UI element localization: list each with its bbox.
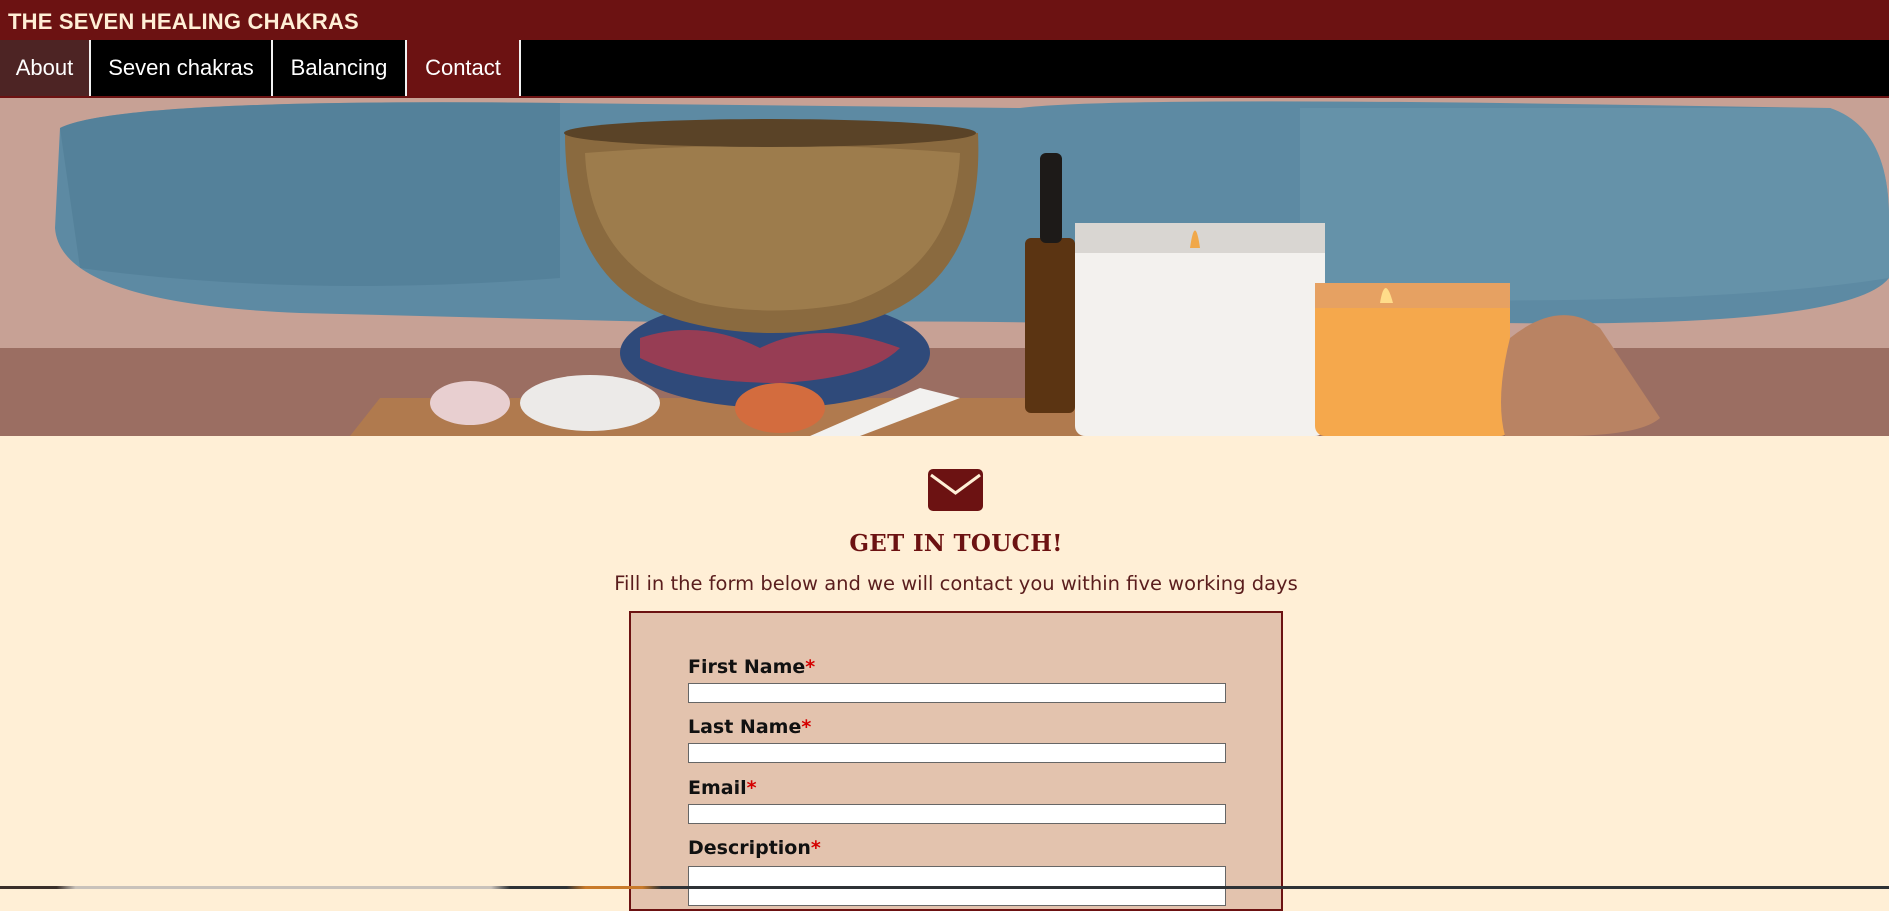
last-name-label: Last Name* — [688, 716, 811, 738]
contact-subtext: Fill in the form below and we will conta… — [614, 572, 1298, 595]
email-label: Email* — [688, 777, 757, 799]
nav-item-balancing[interactable]: Balancing — [273, 40, 407, 96]
first-name-input[interactable] — [688, 683, 1226, 703]
hero-image — [0, 98, 1889, 436]
required-marker: * — [746, 777, 757, 799]
email-input[interactable] — [688, 804, 1226, 824]
last-name-input[interactable] — [688, 743, 1226, 763]
contact-heading: GET IN TOUCH! — [849, 530, 1063, 557]
nav-item-seven-chakras[interactable]: Seven chakras — [91, 40, 273, 96]
last-name-label-text: Last Name — [688, 716, 802, 738]
required-marker: * — [810, 837, 821, 859]
description-label-text: Description — [688, 837, 811, 859]
nav-item-contact[interactable]: Contact — [407, 40, 521, 96]
required-marker: * — [805, 656, 816, 678]
envelope-icon — [928, 469, 983, 511]
email-label-text: Email — [688, 777, 747, 799]
singing-bowl-candles-photo — [0, 98, 1889, 436]
first-name-label: First Name* — [688, 656, 815, 678]
contact-form: First Name* Last Name* Email* Descriptio… — [629, 611, 1283, 911]
required-marker: * — [801, 716, 812, 738]
site-header: THE SEVEN HEALING CHAKRAS — [0, 0, 1889, 40]
description-label: Description* — [688, 837, 821, 859]
main-nav: About Seven chakras Balancing Contact — [0, 40, 1889, 98]
site-title: THE SEVEN HEALING CHAKRAS — [8, 9, 359, 34]
first-name-label-text: First Name — [688, 656, 806, 678]
nav-item-about[interactable]: About — [0, 40, 91, 96]
